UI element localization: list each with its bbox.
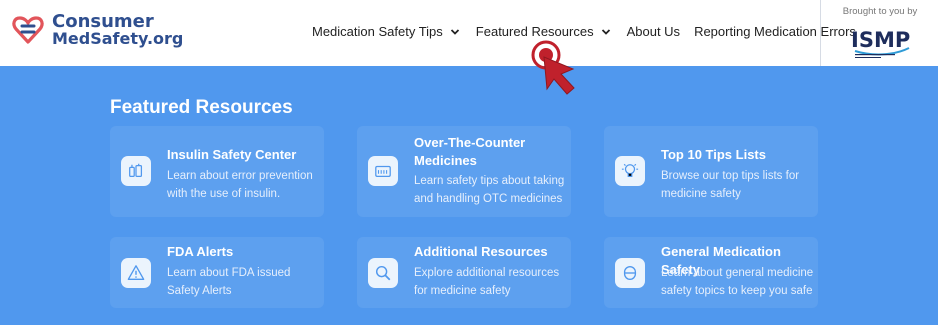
card-title: Top 10 Tips Lists: [661, 147, 766, 162]
lightbulb-icon: [615, 156, 645, 186]
card-insulin-safety-center[interactable]: Insulin Safety Center Learn about error …: [110, 126, 324, 217]
card-description: Learn about error prevention with the us…: [167, 170, 313, 200]
logo-mark-icon: [12, 16, 44, 44]
section-title: Featured Resources: [110, 97, 293, 118]
card-title: FDA Alerts: [167, 244, 234, 259]
card-title: Additional Resources: [414, 244, 548, 259]
click-pointer-icon: [531, 40, 575, 95]
featured-resources-section: Featured Resources Insulin Safety Center…: [0, 66, 938, 325]
warning-icon: [121, 258, 151, 288]
site-logo[interactable]: Consumer MedSafety.org: [10, 12, 183, 48]
pill-icon: [615, 258, 645, 288]
card-description: Learn about FDA issued Safety Alerts: [167, 267, 291, 297]
card-description: Browse our top tips lists for medicine s…: [661, 170, 800, 200]
insulin-icon: [121, 156, 151, 186]
nav-label: Medication Safety Tips: [312, 24, 443, 39]
ismp-logo[interactable]: ISMP: [849, 24, 913, 60]
logo-line-1: Consumer: [52, 11, 154, 32]
nav-medication-safety-tips[interactable]: Medication Safety Tips: [312, 24, 460, 39]
partner-block: Brought to you by ISMP: [820, 0, 938, 66]
site-header: Consumer MedSafety.org Medication Safety…: [0, 0, 938, 66]
card-fda-alerts[interactable]: FDA Alerts Learn about FDA issued Safety…: [110, 237, 324, 308]
card-top-10-tips-lists[interactable]: Top 10 Tips Lists Browse our top tips li…: [604, 126, 818, 217]
card-over-the-counter-medicines[interactable]: Over-The-Counter Medicines Learn safety …: [357, 126, 571, 217]
card-title: Over-The-Counter Medicines: [414, 135, 526, 168]
logo-line-2: MedSafety.org: [52, 29, 184, 48]
svg-text:ISMP: ISMP: [851, 28, 910, 52]
nav-about-us[interactable]: About Us: [627, 24, 680, 39]
chevron-down-icon: [601, 28, 610, 35]
nav-label: About Us: [626, 24, 681, 39]
search-icon: [368, 258, 398, 288]
card-description: Explore additional resources for medicin…: [414, 267, 560, 297]
card-general-medication-safety[interactable]: General Medication Safety Learn about ge…: [604, 237, 818, 308]
card-description: Learn about general medicine safety topi…: [661, 267, 814, 297]
card-description: Learn safety tips about taking and handl…: [414, 175, 565, 205]
otc-box-icon: [368, 156, 398, 186]
brought-to-you-text: Brought to you by: [842, 6, 918, 17]
card-additional-resources[interactable]: Additional Resources Explore additional …: [357, 237, 571, 308]
card-title: Insulin Safety Center: [167, 147, 297, 162]
chevron-down-icon: [450, 28, 459, 35]
